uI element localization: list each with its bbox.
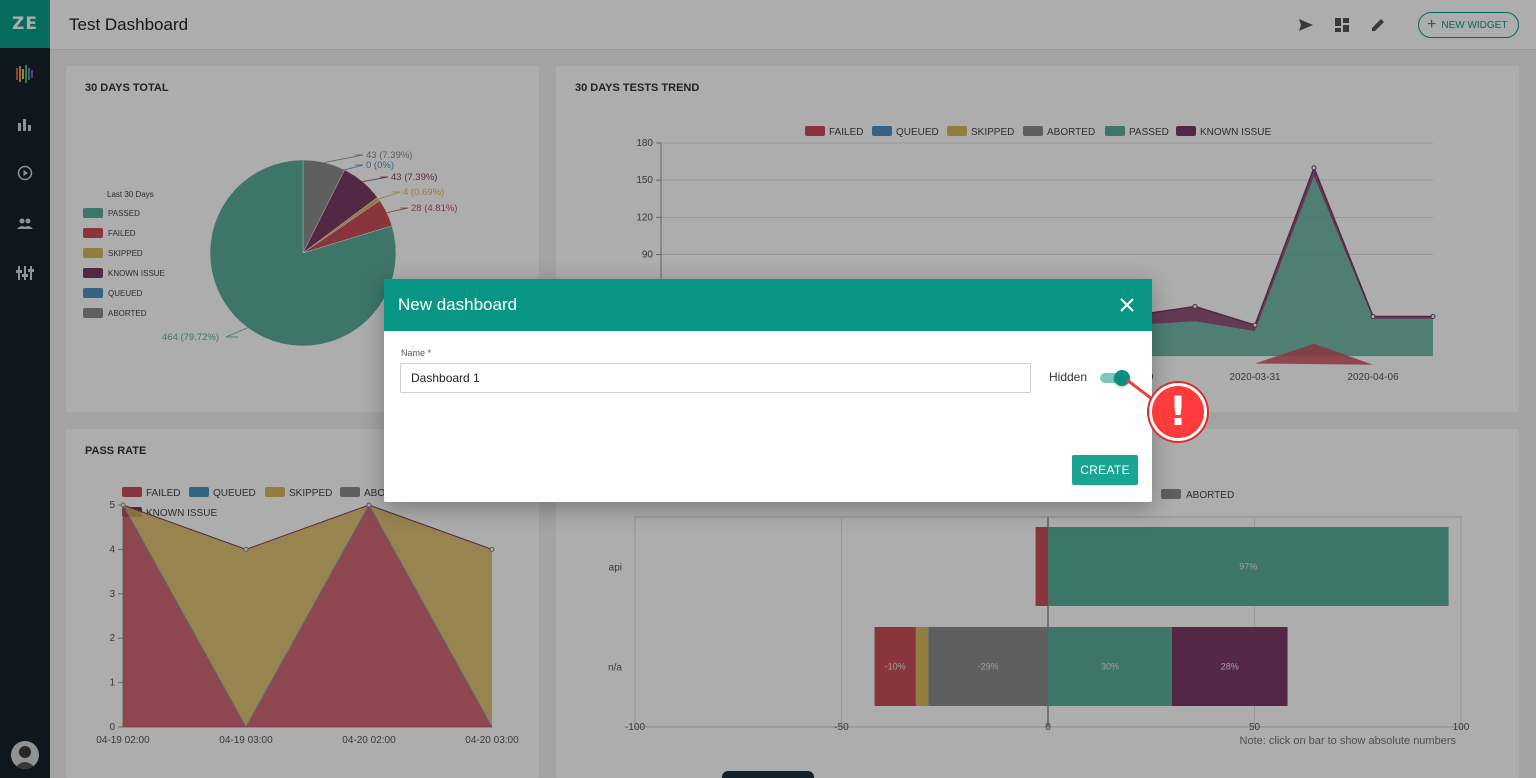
modal-title: New dashboard — [398, 295, 518, 314]
new-dashboard-modal: New dashboard Name * Hidden CREATE — [384, 279, 1152, 502]
modal-header: New dashboard — [384, 279, 1152, 331]
close-icon[interactable] — [1118, 296, 1136, 314]
hidden-toggle[interactable] — [1100, 370, 1130, 386]
bottom-tab — [722, 771, 814, 778]
hidden-label: Hidden — [1049, 370, 1088, 384]
create-button[interactable]: CREATE — [1072, 455, 1138, 485]
name-label: Name * — [401, 348, 432, 358]
dashboard-name-input[interactable] — [400, 363, 1031, 393]
toggle-thumb — [1114, 370, 1130, 386]
alert-icon: ! — [1149, 383, 1207, 441]
